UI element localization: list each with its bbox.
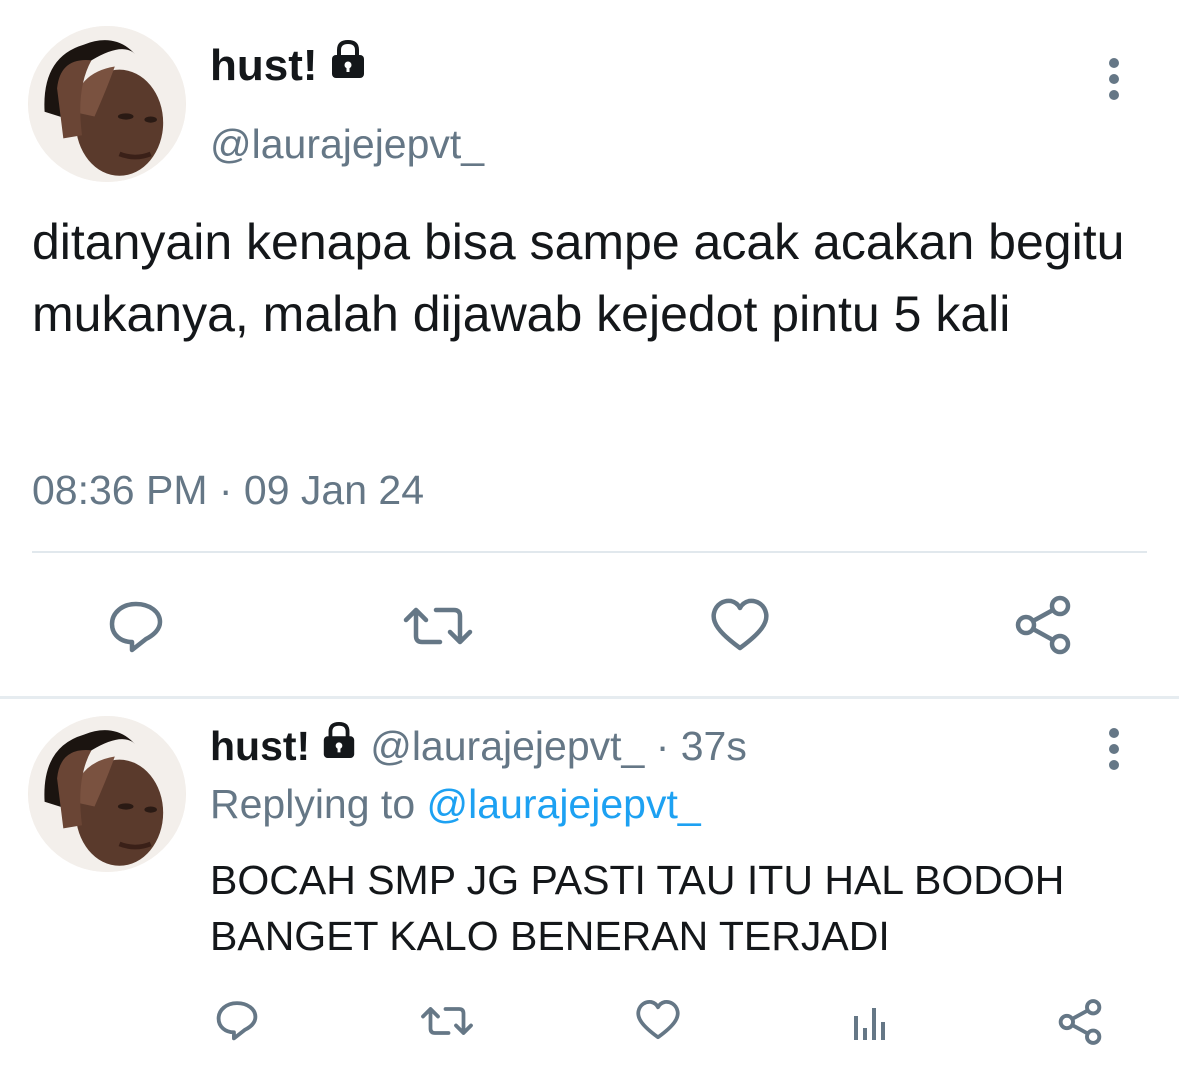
timestamp[interactable]: 08:36 PM · 09 Jan 24 [32,460,424,520]
replying-prefix: Replying to [210,781,416,827]
reply-header: hust! @laurajejepvt_ · 37s [210,718,747,774]
divider [32,551,1147,553]
replying-to-mention[interactable]: @laurajejepvt_ [427,781,701,827]
avatar[interactable] [28,26,186,182]
display-name-text[interactable]: hust! [210,38,318,94]
tweet-text: ditanyain kenapa bisa sampe acak acakan … [32,214,1125,342]
analytics-icon[interactable] [850,1000,890,1044]
more-options-icon[interactable] [1108,728,1120,776]
lock-icon [320,718,358,774]
share-icon[interactable] [1012,594,1074,656]
retweet-icon[interactable] [402,598,474,654]
share-icon[interactable] [1056,998,1104,1046]
reply-text: BOCAH SMP JG PASTI TAU ITU HAL BODOH BAN… [210,857,1065,959]
display-name[interactable]: hust! [210,718,310,774]
handle[interactable]: @laurajejepvt_ [210,116,484,172]
avatar-photo [29,716,185,872]
replying-to: Replying to @laurajejepvt_ [210,776,701,832]
reply-icon[interactable] [214,998,260,1042]
display-name[interactable]: hust! [210,38,368,94]
like-icon[interactable] [708,596,772,654]
retweet-icon[interactable] [420,1000,474,1042]
reply-icon[interactable] [106,598,166,654]
avatar[interactable] [28,716,186,872]
section-divider [0,696,1179,699]
handle-and-time[interactable]: @laurajejepvt_ · 37s [370,718,747,774]
more-options-icon[interactable] [1108,58,1120,106]
lock-icon [328,38,368,94]
avatar-photo [29,26,185,182]
like-icon[interactable] [634,998,682,1042]
